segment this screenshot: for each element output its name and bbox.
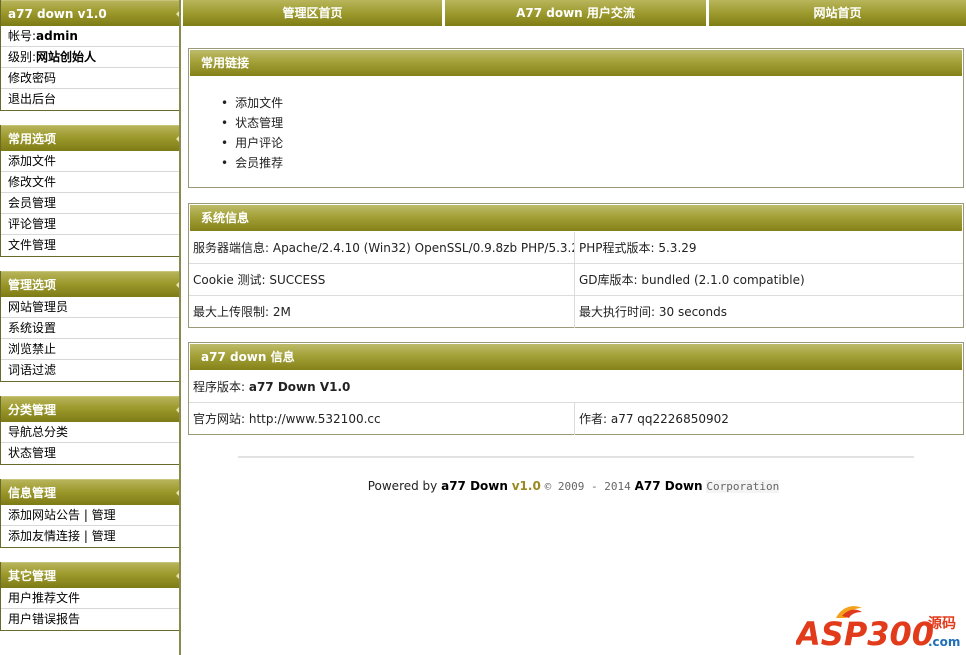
panel-title: a77 down 信息	[190, 344, 962, 370]
a77-info-panel: a77 down 信息 程序版本: a77 Down V1.0 官方网站: ht…	[188, 342, 964, 435]
link-add-file[interactable]: 添加文件	[221, 93, 963, 113]
table-row: 程序版本: a77 Down V1.0	[189, 371, 963, 403]
panel-title: 系统信息	[190, 205, 962, 231]
system-info-panel: 系统信息 服务器端信息: Apache/2.4.10 (Win32) OpenS…	[188, 203, 964, 328]
change-password-link[interactable]: 修改密码	[1, 68, 180, 89]
footer-version: v1.0	[511, 479, 541, 493]
gd-version: GD库版本: bundled (2.1.0 compatible)	[579, 273, 805, 287]
account-label: 帐号:	[8, 29, 37, 43]
tab-admin-home[interactable]: 管理区首页	[183, 0, 445, 26]
common-links-list: 添加文件 状态管理 用户评论 会员推荐	[189, 77, 963, 173]
link-status[interactable]: 状态管理	[221, 113, 963, 133]
level-value: 网站创始人	[36, 50, 97, 64]
sidebar-account-group: a77 down v1.0 帐号:admin 级别:网站创始人 修改密码 退出后…	[0, 0, 181, 111]
sidebar-group-admin: 管理选项 网站管理员 系统设置 浏览禁止 词语过滤	[0, 271, 181, 382]
panel-title: 常用链接	[190, 50, 962, 76]
sidebar-item-user-recommend[interactable]: 用户推荐文件	[1, 588, 180, 609]
sidebar-divider[interactable]	[179, 0, 181, 655]
table-row: 服务器端信息: Apache/2.4.10 (Win32) OpenSSL/0.…	[189, 232, 963, 264]
tab-user-community[interactable]: A77 down 用户交流	[445, 0, 709, 26]
link-member-recommend[interactable]: 会员推荐	[221, 153, 963, 173]
sidebar-group-common: 常用选项 添加文件 修改文件 会员管理 评论管理 文件管理	[0, 125, 181, 257]
watermark-suffix: 源码	[928, 615, 956, 632]
footer-powered: Powered by	[367, 479, 442, 493]
account-value: admin	[36, 29, 78, 43]
sidebar-item-status[interactable]: 状态管理	[1, 443, 180, 464]
program-version-label: 程序版本:	[193, 380, 249, 394]
sidebar-group-category: 分类管理 导航总分类 状态管理	[0, 396, 181, 465]
sidebar-group-title[interactable]: 常用选项	[1, 125, 180, 151]
tab-site-home[interactable]: 网站首页	[709, 0, 966, 26]
sidebar-item-members[interactable]: 会员管理	[1, 193, 180, 214]
sidebar-item-settings[interactable]: 系统设置	[1, 318, 180, 339]
link-user-comments[interactable]: 用户评论	[221, 133, 963, 153]
official-site: 官方网站: http://www.532100.cc	[189, 403, 575, 435]
footer-corporation: Corporation	[706, 480, 780, 493]
sidebar-group-other: 其它管理 用户推荐文件 用户错误报告	[0, 562, 181, 631]
top-nav: 管理区首页 A77 down 用户交流 网站首页	[183, 0, 966, 26]
sidebar-item-admins[interactable]: 网站管理员	[1, 297, 180, 318]
sidebar-item-comments[interactable]: 评论管理	[1, 214, 180, 235]
sidebar-item-friend-links[interactable]: 添加友情连接 | 管理	[1, 526, 180, 547]
footer-years: © 2009 - 2014	[544, 480, 631, 493]
sidebar-item-add-file[interactable]: 添加文件	[1, 151, 180, 172]
sidebar-group-title[interactable]: 管理选项	[1, 271, 180, 297]
server-info: 服务器端信息: Apache/2.4.10 (Win32) OpenSSL/0.…	[189, 232, 575, 263]
account-info: 帐号:admin	[1, 26, 180, 47]
program-version-value: a77 Down V1.0	[248, 380, 351, 394]
sidebar-item-browse-ban[interactable]: 浏览禁止	[1, 339, 180, 360]
upload-limit: 最大上传限制: 2M	[189, 296, 575, 328]
watermark-domain: .com	[928, 635, 960, 649]
cookie-test: Cookie 测试: SUCCESS	[189, 264, 575, 295]
sidebar-item-word-filter[interactable]: 词语过滤	[1, 360, 180, 381]
sidebar: a77 down v1.0 帐号:admin 级别:网站创始人 修改密码 退出后…	[0, 0, 181, 655]
logout-link[interactable]: 退出后台	[1, 89, 180, 110]
level-info: 级别:网站创始人	[1, 47, 180, 68]
sidebar-item-files[interactable]: 文件管理	[1, 235, 180, 256]
watermark-main: ASP300	[796, 615, 934, 652]
asp300-watermark-logo: ASP300 源码 .com	[796, 606, 960, 652]
sidebar-group-title[interactable]: 分类管理	[1, 396, 180, 422]
sidebar-item-error-report[interactable]: 用户错误报告	[1, 609, 180, 630]
footer-brand[interactable]: a77 Down	[441, 479, 508, 493]
common-links-panel: 常用链接 添加文件 状态管理 用户评论 会员推荐	[188, 48, 964, 188]
footer-company: A77 Down	[634, 479, 703, 493]
sidebar-item-edit-file[interactable]: 修改文件	[1, 172, 180, 193]
author-info: 作者: a77 qq2226850902	[579, 412, 729, 426]
sidebar-item-nav-category[interactable]: 导航总分类	[1, 422, 180, 443]
sidebar-group-title[interactable]: 其它管理	[1, 562, 180, 588]
footer: Powered by a77 Down v1.0 © 2009 - 2014 A…	[0, 479, 966, 493]
table-row: 官方网站: http://www.532100.cc 作者: a77 qq222…	[189, 403, 963, 435]
level-label: 级别:	[8, 50, 37, 64]
php-version: PHP程式版本: 5.3.29	[579, 241, 697, 255]
sidebar-item-notice[interactable]: 添加网站公告 | 管理	[1, 505, 180, 526]
table-row: Cookie 测试: SUCCESS GD库版本: bundled (2.1.0…	[189, 264, 963, 296]
divider	[238, 456, 914, 458]
sidebar-brand: a77 down v1.0	[1, 0, 180, 26]
table-row: 最大上传限制: 2M 最大执行时间: 30 seconds	[189, 296, 963, 328]
program-version: 程序版本: a77 Down V1.0	[189, 371, 963, 402]
exec-time: 最大执行时间: 30 seconds	[579, 305, 727, 319]
